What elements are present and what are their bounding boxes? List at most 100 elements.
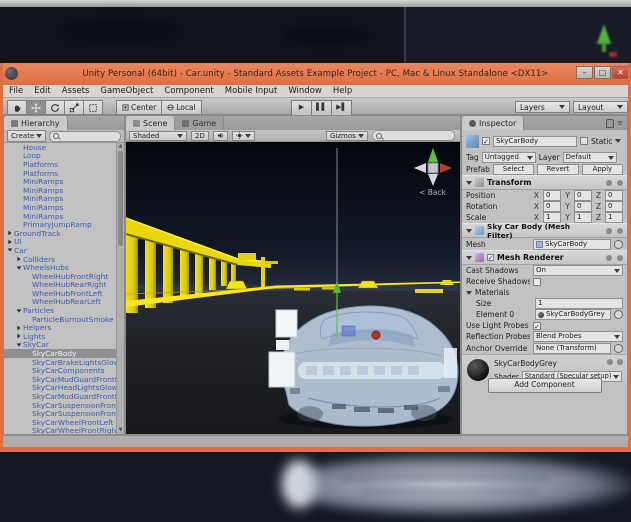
pivot-mode-button[interactable]: Center (116, 100, 163, 115)
hierarchy-item-Platforms[interactable]: Platforms (4, 169, 117, 178)
gear-icon[interactable] (617, 254, 623, 261)
minimize-button[interactable]: – (576, 66, 593, 79)
tab-scene[interactable]: Scene (126, 116, 176, 130)
gear-icon[interactable] (617, 227, 623, 234)
2d-toggle-button[interactable]: 2D (191, 130, 209, 141)
hierarchy-item-SkyCarSuspensionFrontLeft[interactable]: SkyCarSuspensionFrontLeft (4, 401, 117, 410)
rotation-z-field[interactable]: 0 (605, 201, 623, 212)
hierarchy-item-WheelHubFrontLeft[interactable]: WheelHubFrontLeft (4, 289, 117, 298)
hierarchy-item-UI[interactable]: UI (4, 238, 117, 246)
preset-icon[interactable] (607, 359, 613, 365)
menu-assets[interactable]: Assets (62, 86, 90, 96)
close-button[interactable]: ✕ (612, 66, 629, 79)
mesh-filter-component-header[interactable]: Sky Car Body (Mesh Filter) (462, 222, 627, 240)
hierarchy-item-MiniRamps[interactable]: MiniRamps (4, 186, 117, 195)
tag-dropdown[interactable]: Untagged (481, 152, 536, 163)
foldout-open-icon[interactable] (466, 180, 472, 185)
gameobject-name-field[interactable]: SkyCarBody (493, 135, 577, 147)
hierarchy-item-MiniRamps[interactable]: MiniRamps (4, 212, 117, 221)
menu-window[interactable]: Window (288, 86, 322, 96)
preset-icon[interactable] (606, 254, 612, 261)
gear-icon[interactable] (617, 179, 623, 186)
hierarchy-item-Loop[interactable]: Loop (4, 152, 117, 161)
hierarchy-search-input[interactable] (49, 130, 121, 142)
hierarchy-item-WheelHubRearLeft[interactable]: WheelHubRearLeft (4, 298, 117, 307)
hierarchy-item-SkyCarBrakeLightsGlow[interactable]: SkyCarBrakeLightsGlow (4, 358, 117, 367)
maximize-button[interactable]: □ (594, 66, 611, 79)
hierarchy-item-Lights[interactable]: Lights (4, 332, 117, 341)
scale-z-field[interactable]: 1 (605, 212, 623, 223)
hierarchy-item-Car[interactable]: Car (4, 246, 117, 255)
preset-icon[interactable] (606, 179, 612, 186)
hierarchy-item-ParticleBurnoutSmoke[interactable]: ParticleBurnoutSmoke (4, 315, 117, 324)
rect-tool-button[interactable] (83, 100, 103, 115)
gizmo-center-cube[interactable] (427, 162, 439, 174)
materials-foldout-icon[interactable] (466, 290, 472, 295)
object-picker-icon[interactable] (614, 343, 623, 353)
transform-component-header[interactable]: Transform (462, 175, 627, 190)
active-checkbox[interactable]: ✓ (482, 137, 490, 146)
scroll-up-icon[interactable]: ▲ (118, 144, 123, 149)
reflection-probes-dropdown[interactable]: Blend Probes (533, 331, 623, 342)
foldout-open-icon[interactable] (466, 255, 472, 260)
audio-toggle-button[interactable] (212, 130, 228, 141)
mesh-field[interactable]: SkyCarBody (533, 238, 611, 250)
foldout-down-icon[interactable] (15, 266, 23, 270)
gear-icon[interactable] (617, 359, 623, 365)
scale-tool-button[interactable] (64, 100, 84, 115)
layout-dropdown[interactable]: Layout (573, 101, 628, 113)
gizmos-dropdown[interactable]: Gizmos (326, 130, 368, 141)
tab-hierarchy[interactable]: Hierarchy (4, 116, 68, 130)
menu-component[interactable]: Component (164, 86, 213, 96)
layers-dropdown[interactable]: Layers (515, 101, 570, 113)
hierarchy-item-SkyCarBody[interactable]: SkyCarBody (4, 349, 117, 358)
menu-gameobject[interactable]: GameObject (100, 86, 153, 96)
materials-size-field[interactable]: 1 (535, 298, 623, 309)
foldout-right-icon[interactable] (15, 333, 23, 339)
panel-menu-icon[interactable]: ≡ (617, 119, 623, 127)
hierarchy-item-House[interactable]: House (4, 143, 117, 152)
hierarchy-item-GroundTrack[interactable]: GroundTrack (4, 229, 117, 238)
hierarchy-scrollbar[interactable]: ▲ ▼ (116, 143, 124, 434)
position-z-field[interactable]: 0 (605, 190, 623, 201)
prefab-select-button[interactable]: Select (492, 163, 535, 175)
foldout-right-icon[interactable] (6, 230, 14, 236)
cast-shadows-dropdown[interactable]: On (533, 265, 623, 276)
shading-mode-dropdown[interactable]: Shaded (129, 130, 187, 141)
foldout-down-icon[interactable] (6, 248, 14, 253)
hierarchy-item-SkyCarMudGuardFrontLeft[interactable]: SkyCarMudGuardFrontLeft (4, 392, 117, 401)
tab-inspector[interactable]: Inspector (462, 116, 525, 130)
light-probes-checkbox[interactable]: ✓ (533, 321, 541, 331)
static-checkbox[interactable] (580, 137, 588, 145)
foldout-right-icon[interactable] (15, 256, 23, 262)
foldout-down-icon[interactable] (15, 308, 23, 313)
hierarchy-item-MiniRamps[interactable]: MiniRamps (4, 177, 117, 186)
gizmo-back-label[interactable]: < Back (419, 188, 446, 197)
title-bar[interactable]: Unity Personal (64bit) - Car.unity - Sta… (0, 63, 631, 85)
mesh-renderer-component-header[interactable]: ✓ Mesh Renderer (462, 250, 627, 265)
hand-tool-button[interactable] (7, 100, 27, 115)
hierarchy-item-WheelHubFrontRight[interactable]: WheelHubFrontRight (4, 272, 117, 281)
foldout-right-icon[interactable] (15, 325, 23, 331)
hierarchy-item-SkyCar[interactable]: SkyCar (4, 341, 117, 349)
hierarchy-item-SkyCarMudGuardFrontRight[interactable]: SkyCarMudGuardFrontRight (4, 375, 117, 384)
hierarchy-item-MiniRamps[interactable]: MiniRamps (4, 203, 117, 212)
prefab-revert-button[interactable]: Revert (537, 163, 579, 175)
lock-icon[interactable] (606, 118, 615, 128)
menu-file[interactable]: File (9, 86, 23, 96)
hierarchy-item-Colliders[interactable]: Colliders (4, 255, 117, 263)
foldout-open-icon[interactable] (466, 228, 472, 233)
add-component-button[interactable]: Add Component (487, 378, 602, 393)
hierarchy-item-Platforms[interactable]: Platforms (4, 160, 117, 169)
hierarchy-item-WheelsHubs[interactable]: WheelsHubs (4, 263, 117, 272)
chevron-down-icon[interactable] (615, 139, 622, 143)
menu-edit[interactable]: Edit (34, 86, 50, 96)
scrollbar-thumb[interactable] (118, 151, 123, 246)
material-element0-field[interactable]: SkyCarBodyGrey (535, 309, 611, 320)
scene-search-input[interactable] (372, 130, 455, 141)
scene-viewport[interactable]: < Back (126, 142, 460, 434)
hierarchy-item-PrimaryJumpRamp[interactable]: PrimaryJumpRamp (4, 220, 117, 229)
pause-button[interactable]: ▌▌ (311, 100, 332, 116)
hierarchy-item-SkyCarComponents[interactable]: SkyCarComponents (4, 366, 117, 375)
hierarchy-item-SkyCarWheelFrontRight[interactable]: SkyCarWheelFrontRight (4, 427, 117, 434)
